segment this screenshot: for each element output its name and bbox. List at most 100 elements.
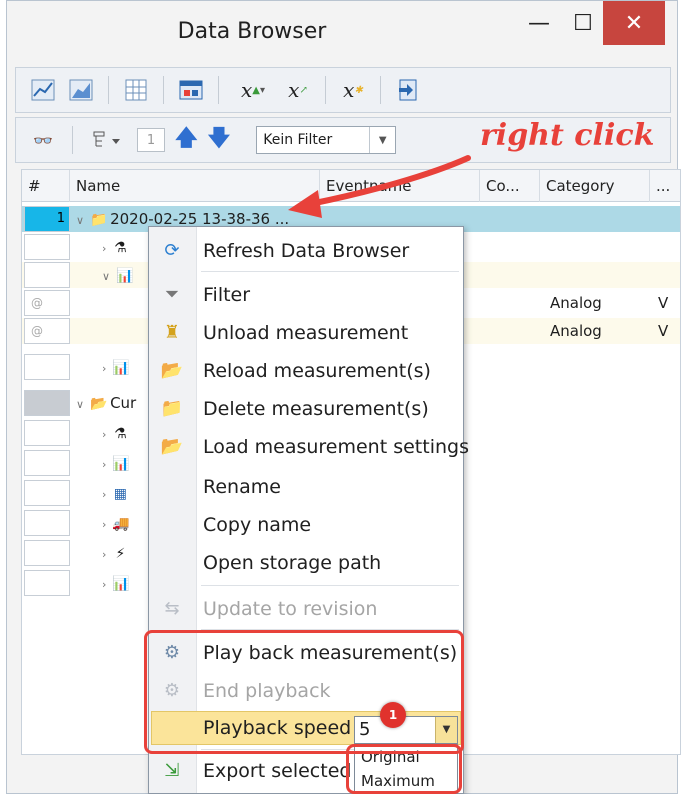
move-down-icon[interactable]: 🡇 [208, 121, 231, 159]
table-icon[interactable] [121, 76, 151, 104]
chevron-right-icon[interactable]: › [102, 242, 106, 255]
settings-folder-icon: 📂 [160, 436, 184, 457]
row-name-cell: › ▦ [102, 480, 132, 506]
row-name-cell: › ⚗ [102, 234, 132, 260]
menu-item-open-storage[interactable]: Open storage path [149, 545, 463, 581]
reload-icon: 📂 [160, 360, 184, 381]
unit-cell: V [658, 294, 669, 312]
formula-new-icon[interactable]: 𝑥 ✱ [338, 76, 368, 104]
revision-icon: ⇆ [164, 598, 180, 619]
column-header-category[interactable]: Category [540, 170, 650, 202]
chevron-right-icon[interactable]: › [102, 458, 106, 471]
vehicle-icon: 🚚 [112, 516, 130, 532]
category-cell: Analog [550, 294, 602, 312]
chevron-down-icon[interactable]: ∨ [102, 270, 110, 283]
row-number [24, 480, 70, 506]
row-number [24, 354, 70, 380]
annotation-highlight-box [144, 630, 464, 754]
menu-item-load-settings[interactable]: 📂 Load measurement settings [149, 429, 469, 465]
window-title: Data Browser [177, 19, 327, 44]
chevron-down-icon[interactable]: ∨ [76, 214, 84, 227]
funnel-icon: ⏷ [164, 284, 180, 305]
glasses-icon[interactable]: 👓 [28, 126, 58, 154]
refresh-icon: ⟳ [164, 240, 180, 261]
menu-item-delete[interactable]: 📁 Delete measurement(s) [149, 391, 463, 427]
flask-group-icon: ⚗ [114, 240, 127, 256]
column-header-name[interactable]: Name [70, 170, 320, 202]
row-number [24, 510, 70, 536]
close-button[interactable]: ✕ [603, 1, 665, 45]
row-name-cell: ∨ 📂 Cur [76, 390, 136, 416]
page-number-input[interactable]: 1 [137, 128, 165, 152]
toolbar-separator [218, 76, 219, 104]
toolbar-separator [72, 126, 73, 154]
row-number [24, 390, 70, 416]
lightning-icon: ⚡ [115, 546, 126, 562]
chevron-down-icon[interactable]: ∨ [76, 398, 84, 411]
row-number [24, 420, 70, 446]
row-name-cell: › 📊 [102, 354, 132, 380]
row-name-cell: › 📊 [102, 570, 132, 596]
toolbar-separator [108, 76, 109, 104]
row-name-cell: ∨ 📊 [102, 262, 136, 288]
row-number: @ [24, 318, 70, 344]
row-number: @ [24, 290, 70, 316]
menu-item-filter[interactable]: ⏷ Filter [149, 277, 463, 313]
toolbar-separator [380, 76, 381, 104]
group-name: Cur [110, 394, 137, 412]
maximize-button[interactable]: ☐ [563, 1, 603, 45]
toolbar-separator [163, 76, 164, 104]
chevron-right-icon[interactable]: › [102, 578, 106, 591]
formula-icon[interactable]: 𝑥 ↗ [283, 76, 313, 104]
annotation-highlight-box [346, 744, 462, 794]
menu-separator [201, 585, 459, 586]
column-header-comment[interactable]: Co... [480, 170, 540, 202]
folder-icon: 📁 [90, 212, 108, 228]
row-number: 1 [24, 206, 70, 232]
formula-dropdown-icon[interactable]: 𝑥 ▲ ▾ [231, 76, 275, 104]
column-header-eventname[interactable]: Eventname [320, 170, 480, 202]
chevron-right-icon[interactable]: › [102, 428, 106, 441]
chevron-right-icon[interactable]: › [102, 488, 106, 501]
row-number [24, 540, 70, 566]
row-name-cell: › ⚗ [102, 420, 132, 446]
settings-folder-icon: 📂 [90, 396, 108, 412]
bar-chart-icon: 📊 [112, 576, 130, 592]
window-chart-icon[interactable] [176, 76, 206, 104]
menu-separator [201, 271, 459, 272]
menu-item-rename[interactable]: Rename [149, 469, 463, 505]
row-number [24, 234, 70, 260]
row-number [24, 262, 70, 288]
annotation-text: right click [480, 118, 655, 153]
chevron-down-icon[interactable]: ▼ [369, 127, 395, 153]
line-chart-icon[interactable] [28, 76, 58, 104]
filter-select[interactable]: Kein Filter ▼ [256, 126, 397, 154]
column-header-more[interactable]: ... [650, 170, 680, 202]
column-header-number[interactable]: # [22, 170, 70, 202]
menu-item-reload[interactable]: 📂 Reload measurement(s) [149, 353, 463, 389]
unit-cell: V [658, 322, 669, 340]
chevron-right-icon[interactable]: › [102, 548, 106, 561]
bar-chart-icon: 📊 [112, 456, 130, 472]
row-number [24, 570, 70, 596]
menu-item-copy-name[interactable]: Copy name [149, 507, 463, 543]
title-bar: Data Browser — ☐ ✕ [7, 1, 677, 65]
row-number [24, 450, 70, 476]
import-icon[interactable] [393, 76, 423, 104]
unload-icon: ♜ [163, 322, 181, 343]
menu-item-refresh[interactable]: ⟳ Refresh Data Browser [149, 233, 463, 269]
tree-view-dropdown-icon[interactable] [87, 126, 127, 154]
move-up-icon[interactable]: 🡅 [175, 121, 198, 159]
bar-group-icon: 📊 [112, 360, 130, 376]
minimize-button[interactable]: — [519, 1, 559, 45]
chevron-right-icon[interactable]: › [102, 518, 106, 531]
filter-value: Kein Filter [263, 132, 333, 148]
chevron-right-icon[interactable]: › [102, 362, 106, 375]
menu-item-unload[interactable]: ♜ Unload measurement [149, 315, 463, 351]
delete-folder-icon: 📁 [160, 398, 184, 419]
row-name-cell: › 🚚 [102, 510, 132, 536]
menu-item-update-revision: ⇆ Update to revision [149, 591, 463, 627]
toolbar-separator [325, 76, 326, 104]
export-icon: ⇲ [164, 760, 180, 781]
area-chart-icon[interactable] [66, 76, 96, 104]
